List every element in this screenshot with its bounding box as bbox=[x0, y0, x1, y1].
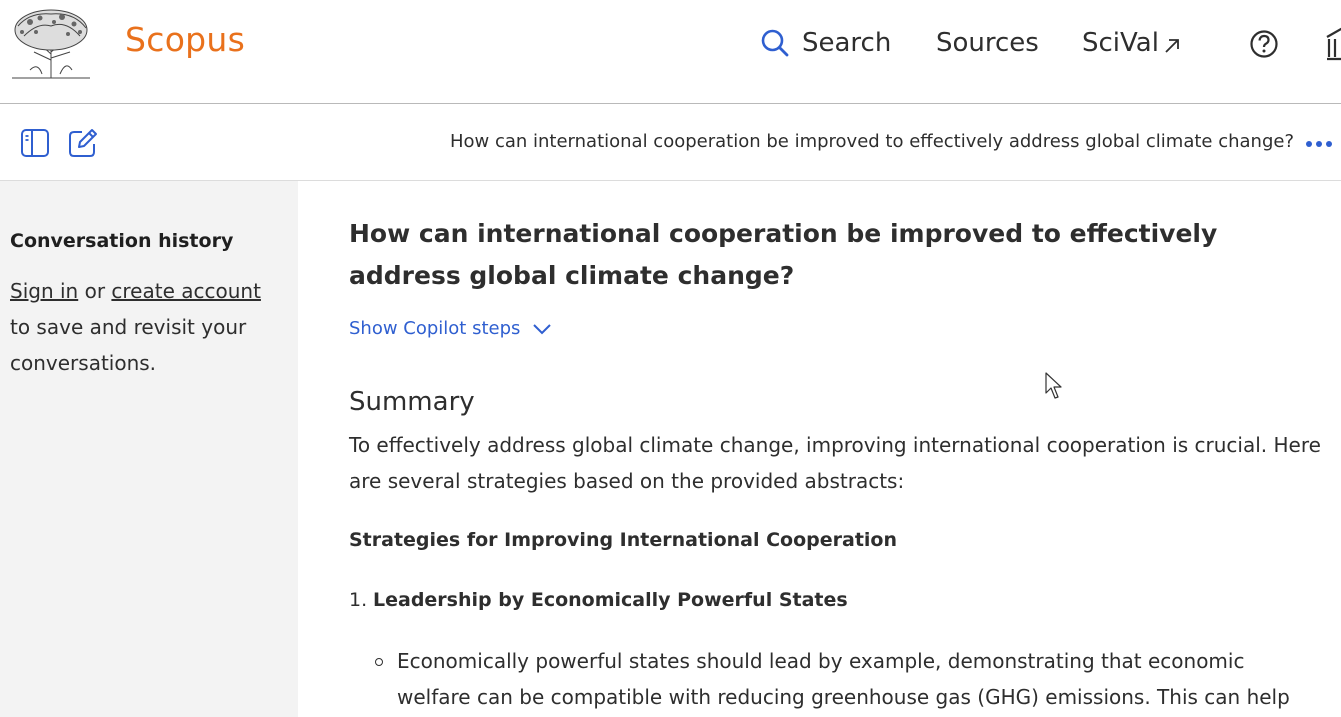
brand-name[interactable]: Scopus bbox=[125, 20, 245, 59]
copilot-steps-label: Show Copilot steps bbox=[349, 318, 521, 339]
institution-icon[interactable] bbox=[1325, 27, 1341, 63]
more-options-button[interactable] bbox=[1306, 141, 1332, 147]
show-copilot-steps-button[interactable]: Show Copilot steps bbox=[349, 318, 552, 339]
nav-scival-label: SciVal bbox=[1082, 28, 1159, 58]
nav-sources-label: Sources bbox=[936, 28, 1039, 58]
conversation-history-panel: Conversation history Sign in or create a… bbox=[0, 181, 298, 717]
sign-in-rest-text: to save and revisit your conversations. bbox=[10, 315, 247, 375]
help-circle-icon[interactable] bbox=[1249, 29, 1279, 59]
chevron-down-icon bbox=[533, 323, 552, 334]
sign-in-prompt: Sign in or create account to save and re… bbox=[10, 273, 280, 381]
new-chat-edit-icon[interactable] bbox=[68, 128, 98, 158]
bullet-marker bbox=[375, 658, 383, 666]
create-account-link[interactable]: create account bbox=[111, 279, 261, 303]
bullet-text: Economically powerful states should lead… bbox=[397, 649, 1290, 709]
question-heading: How can international cooperation be imp… bbox=[349, 219, 1218, 290]
nav-sources[interactable]: Sources bbox=[936, 28, 1039, 58]
or-text: or bbox=[78, 279, 112, 303]
mouse-cursor-icon bbox=[1045, 372, 1062, 399]
list-item-number: 1. bbox=[349, 589, 368, 611]
more-dots-icon bbox=[1306, 141, 1312, 147]
search-icon bbox=[761, 29, 789, 57]
summary-text: To effectively address global climate ch… bbox=[349, 433, 1321, 493]
elsevier-tree-logo[interactable] bbox=[10, 8, 92, 82]
sidebar-toggle-icon[interactable] bbox=[20, 128, 50, 158]
summary-heading: Summary bbox=[349, 387, 475, 417]
nav-scival[interactable]: SciVal bbox=[1082, 28, 1181, 58]
list-item-title: Leadership by Economically Powerful Stat… bbox=[373, 589, 848, 611]
conversation-title: How can international cooperation be imp… bbox=[449, 131, 1294, 152]
conversation-history-heading: Conversation history bbox=[10, 230, 234, 252]
strategies-heading: Strategies for Improving International C… bbox=[349, 529, 897, 551]
sign-in-link[interactable]: Sign in bbox=[10, 279, 78, 303]
external-arrow-icon bbox=[1165, 39, 1179, 53]
nav-search[interactable]: Search bbox=[760, 28, 891, 58]
top-header: Scopus Search Sources SciVal bbox=[0, 0, 1341, 104]
conversation-toolbar: How can international cooperation be imp… bbox=[0, 104, 1341, 181]
nav-search-label: Search bbox=[802, 28, 892, 58]
